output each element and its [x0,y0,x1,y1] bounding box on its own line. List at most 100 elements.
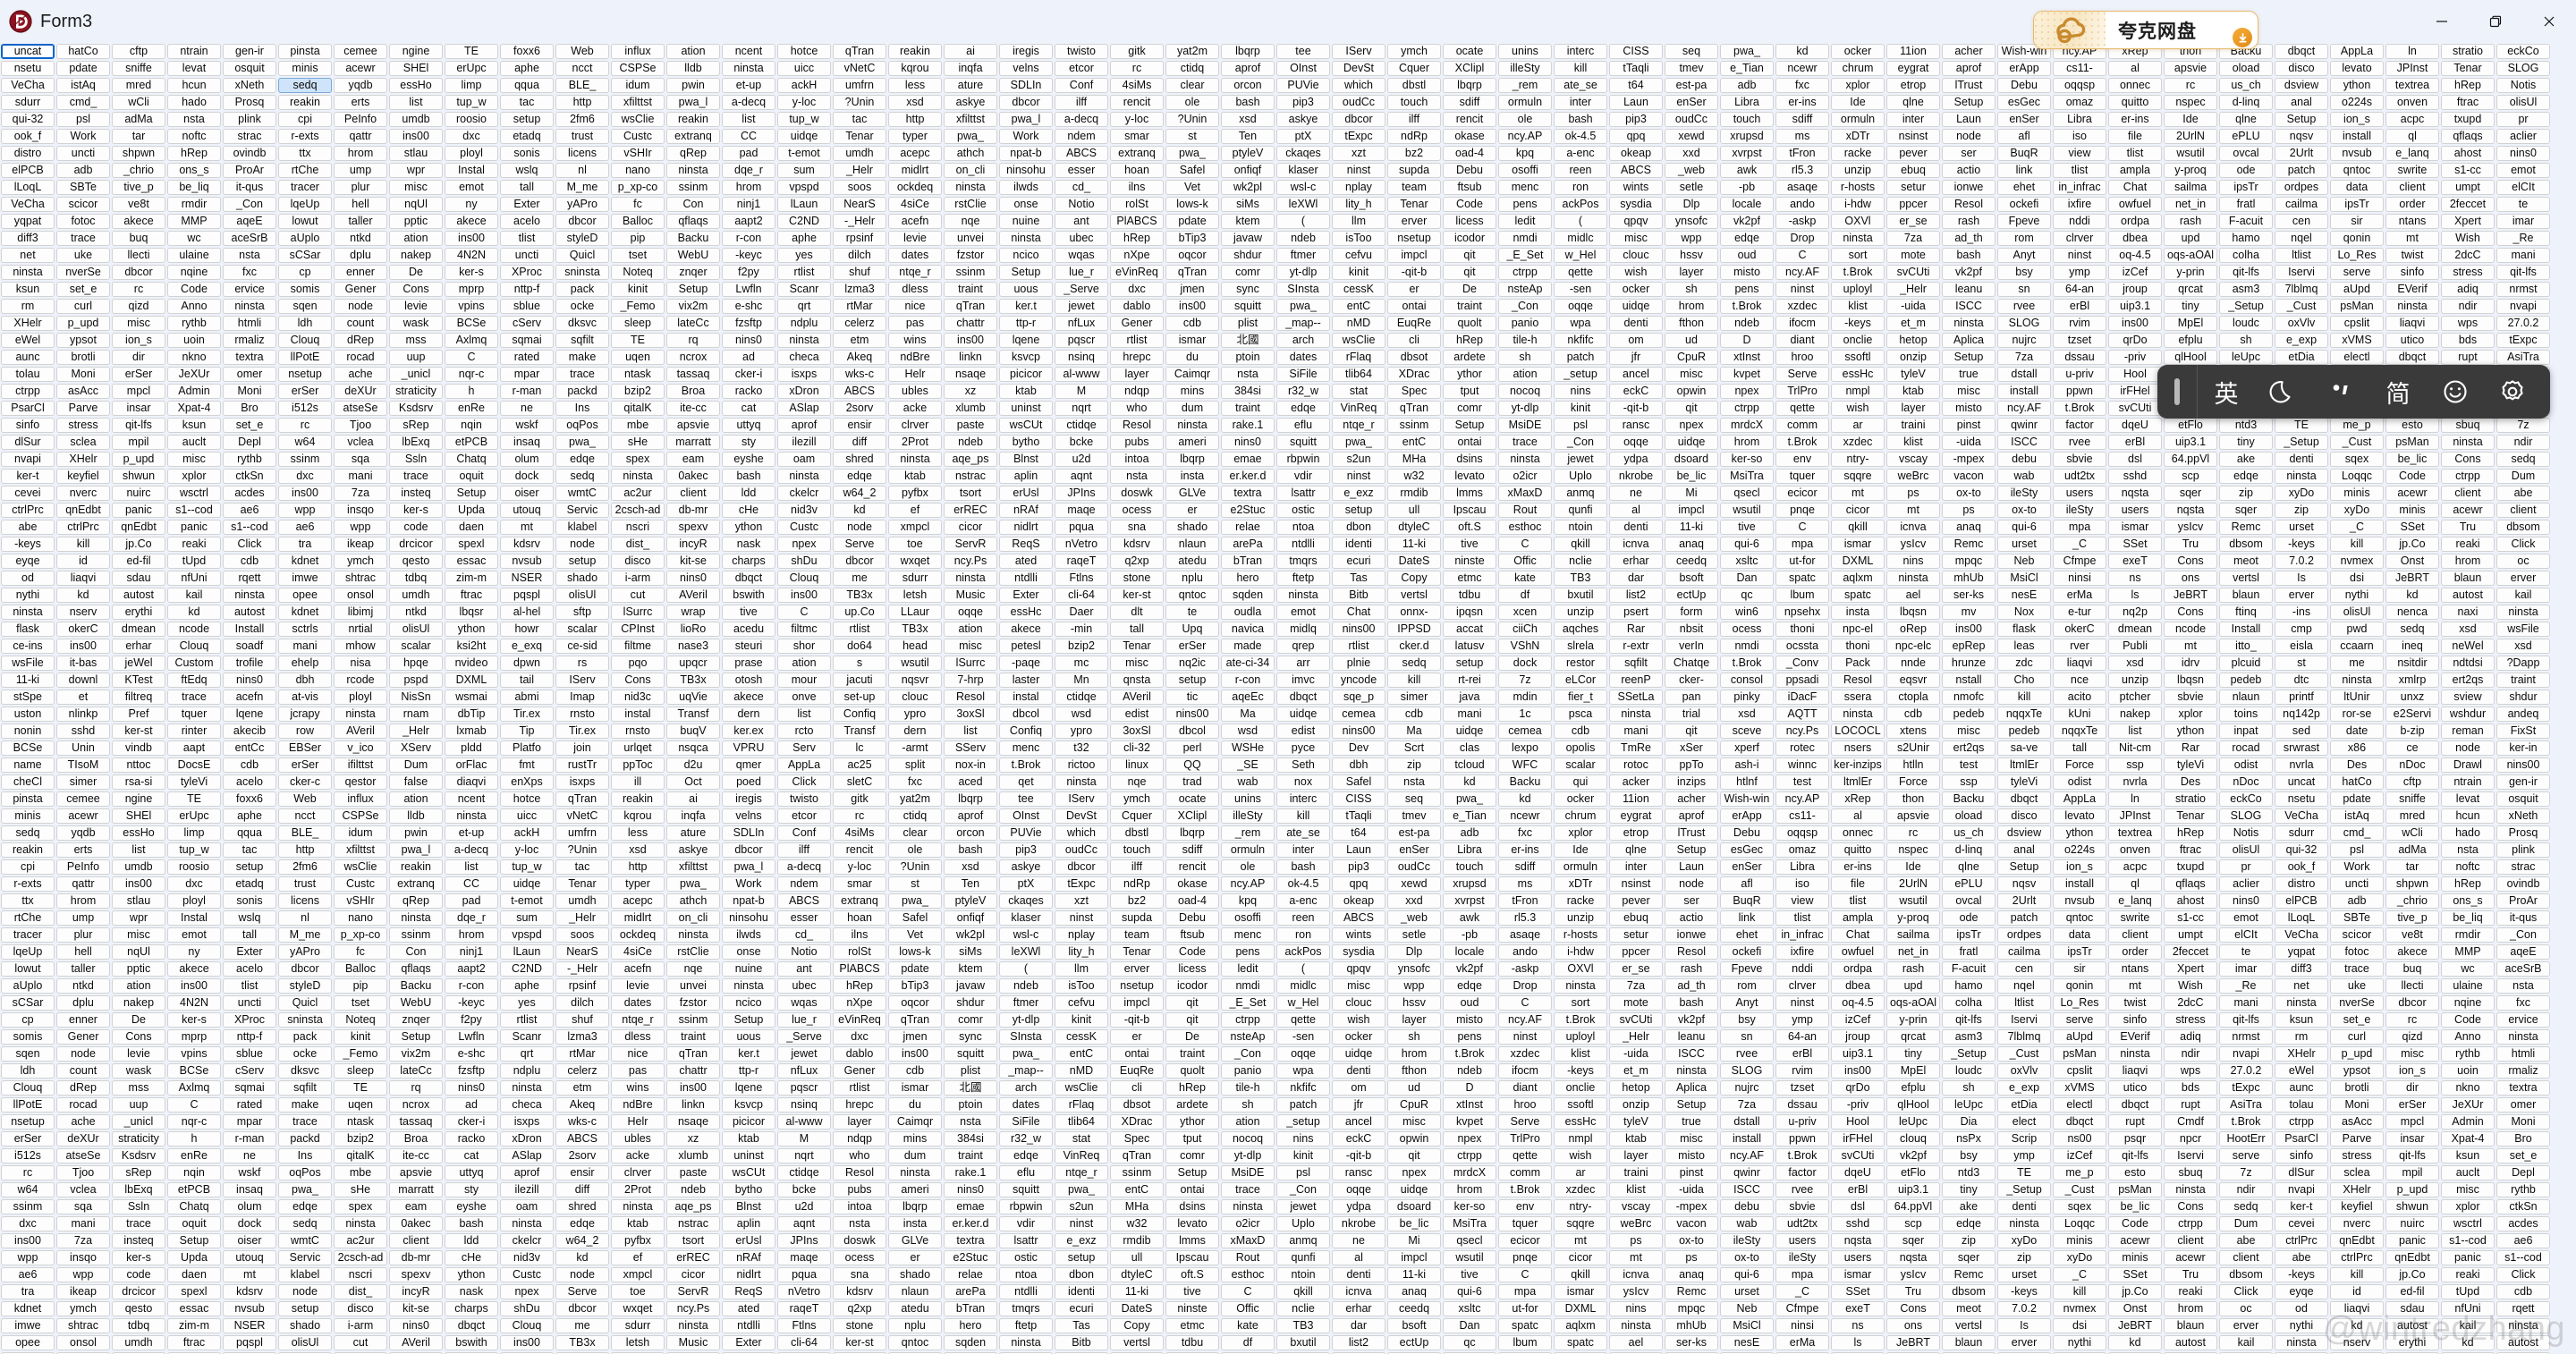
grid-button[interactable]: influx [611,44,665,59]
grid-button[interactable]: nsta [1221,367,1275,382]
grid-button[interactable]: minis [278,61,332,76]
grid-button[interactable]: txupd [2441,112,2495,127]
grid-button[interactable]: mpa [1775,1267,1829,1282]
grid-button[interactable]: 2fm6 [555,112,609,127]
grid-button[interactable]: t.Brok [2219,1114,2273,1130]
grid-button[interactable]: nsinq [777,1097,831,1113]
grid-button[interactable]: ncico [999,248,1053,263]
grid-button[interactable]: Clouq [1,1080,55,1096]
grid-button[interactable]: oquit [167,1216,221,1231]
grid-button[interactable]: hado [167,95,221,110]
grid-button[interactable]: Exter [500,197,554,212]
grid-button[interactable]: wsFile [2496,622,2550,637]
grid-button[interactable]: onnec [2108,78,2162,93]
grid-button[interactable]: odist [2053,774,2106,790]
grid-button[interactable]: fzstor [944,248,997,263]
grid-button[interactable]: ins00 [2108,316,2162,331]
grid-button[interactable]: tic [1165,690,1219,705]
grid-button[interactable]: ins00 [167,978,221,994]
grid-button[interactable]: erSer [278,384,332,399]
grid-button[interactable]: qattr [56,876,110,892]
grid-button[interactable]: h [167,1131,221,1147]
grid-button[interactable]: JeBRT [2164,588,2217,603]
grid-button[interactable]: dRep [334,333,387,348]
grid-button[interactable]: minis [2385,503,2439,518]
grid-button[interactable]: Hool [2108,367,2162,382]
grid-button[interactable]: Cons [1886,1301,1940,1316]
grid-button[interactable]: xDron [500,1131,554,1147]
grid-button[interactable]: C [167,1097,221,1113]
grid-button[interactable]: team [1110,927,1164,943]
grid-button[interactable]: _Con [1221,1046,1275,1062]
grid-button[interactable]: misc [1665,367,1718,382]
grid-button[interactable]: ockefi [1720,944,1774,960]
grid-button[interactable]: ktab [722,1131,775,1147]
grid-button[interactable]: sysdia [1609,197,1663,212]
grid-button[interactable]: Ide [1831,95,1885,110]
grid-button[interactable]: dablo [1110,299,1164,314]
grid-button[interactable]: linux [1110,757,1164,773]
grid-button[interactable]: dtc [2275,673,2328,688]
grid-button[interactable]: abe [2275,1250,2328,1265]
grid-button[interactable]: t.Brok [1720,656,1774,671]
grid-button[interactable]: ac2ur [611,486,665,501]
grid-button[interactable]: nythi [1,588,55,603]
grid-button[interactable]: dlSur [2275,1165,2328,1181]
grid-button[interactable]: Vet [1165,180,1219,195]
grid-button[interactable]: install [2053,876,2106,892]
grid-button[interactable]: -keys [1,537,55,552]
grid-button[interactable]: mpcl [112,384,165,399]
grid-button[interactable]: node [334,299,387,314]
grid-button[interactable]: sshd [1831,1216,1885,1231]
grid-button[interactable]: xVMS [2053,1080,2106,1096]
grid-button[interactable]: abe [2219,1233,2273,1248]
grid-button[interactable]: psert [1609,605,1663,620]
grid-button[interactable]: panio [1498,316,1552,331]
grid-button[interactable]: dstall [1997,367,2051,382]
grid-button[interactable]: okase [1165,876,1219,892]
grid-button[interactable]: http [611,859,665,875]
grid-button[interactable]: _SE [1221,757,1275,773]
grid-button[interactable]: ptoin [1221,350,1275,365]
grid-button[interactable]: C [1221,1284,1275,1299]
grid-button[interactable]: ikeap [334,537,387,552]
grid-button[interactable]: pip3 [999,842,1053,858]
grid-button[interactable]: utouq [500,503,554,518]
grid-button[interactable]: plur [56,927,110,943]
grid-button[interactable]: misc [167,452,221,467]
grid-button[interactable]: set_e [223,418,276,433]
grid-button[interactable]: dRep [56,1080,110,1096]
grid-button[interactable]: ut-for [1498,1301,1552,1316]
grid-button[interactable]: -ins [2275,605,2328,620]
grid-button[interactable]: buq [112,231,165,246]
grid-button[interactable]: node [278,1284,332,1299]
grid-button[interactable]: C [1775,520,1829,535]
grid-button[interactable]: pwa_ [555,435,609,450]
grid-button[interactable]: typer [611,876,665,892]
grid-button[interactable]: Work [2330,859,2384,875]
grid-button[interactable]: prase [722,656,775,671]
grid-button[interactable]: TB3x [555,1335,609,1350]
grid-button[interactable]: chrum [1554,808,1607,824]
grid-button[interactable]: mpcl [2385,1114,2439,1130]
grid-button[interactable]: sdurr [1,95,55,110]
grid-button[interactable]: r-man [500,384,554,399]
grid-button[interactable]: izCef [1831,1012,1885,1028]
grid-button[interactable]: sh [1387,1029,1441,1045]
grid-button[interactable]: acewr [2164,1250,2217,1265]
grid-button[interactable]: JPIns [1055,486,1108,501]
grid-button[interactable]: smar [833,876,886,892]
grid-button[interactable]: Cons [112,1029,165,1045]
grid-button[interactable]: kinit [1332,265,1385,280]
grid-button[interactable]: GLVe [888,1233,942,1248]
grid-button[interactable]: erMa [2053,588,2106,603]
grid-button[interactable]: wsutil [1720,503,1774,518]
grid-button[interactable]: cevei [2275,1216,2328,1231]
grid-button[interactable]: ln [2385,44,2439,59]
grid-button[interactable]: inpat [2219,724,2273,739]
grid-button[interactable]: cp [1,1012,55,1028]
grid-button[interactable]: lbqrp [1165,825,1219,841]
grid-button[interactable]: hetop [1609,1080,1663,1096]
grid-button[interactable]: velns [999,61,1053,76]
grid-button[interactable]: SLOG [1720,1063,1774,1079]
